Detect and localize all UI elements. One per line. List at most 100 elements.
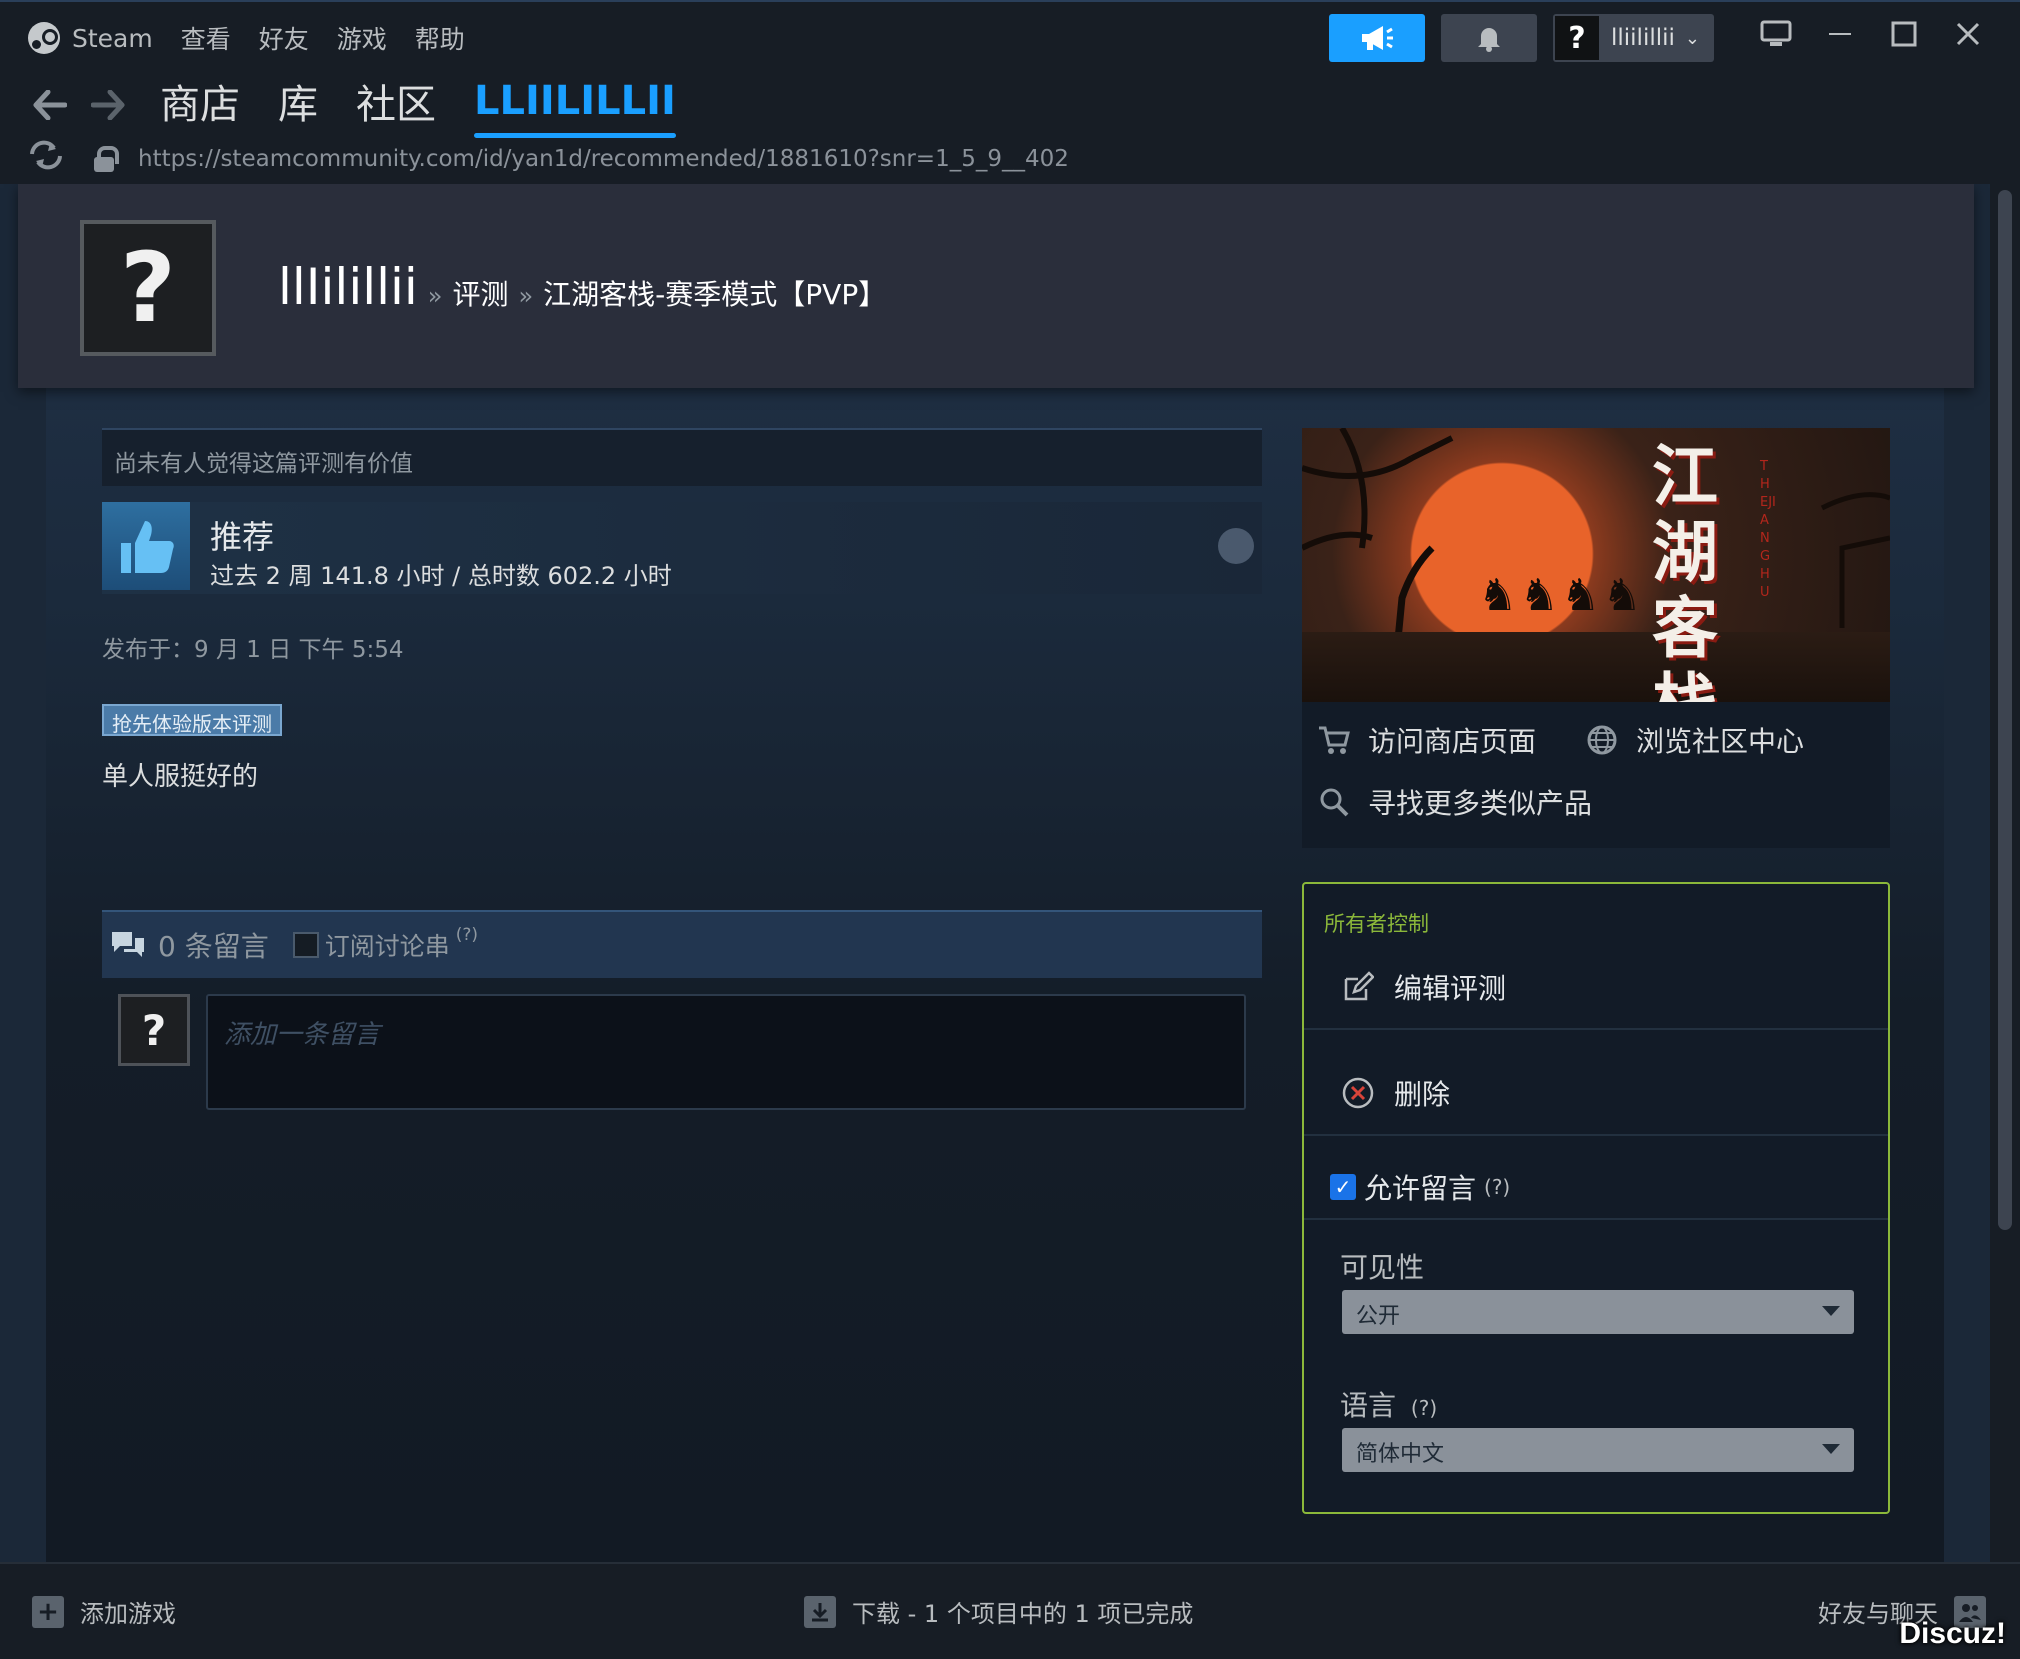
subscribe-help-icon[interactable]: (?) [456, 925, 478, 945]
breadcrumb-separator: » [518, 282, 534, 310]
owner-divider [1304, 1134, 1888, 1136]
helpful-count: 尚未有人觉得这篇评测有价值 [102, 428, 1262, 486]
edit-review-button[interactable]: 编辑评测 [1304, 962, 1888, 1012]
chevron-down-icon: ⌄ [1684, 27, 1700, 49]
plus-icon: + [32, 1595, 64, 1628]
owner-controls-title: 所有者控制 [1324, 912, 1429, 936]
tab-profile[interactable]: LLIILILLII [474, 78, 676, 138]
review-body: 单人服挺好的 [102, 762, 259, 792]
review-verdict: 推荐 过去 2 周 141.8 小时 / 总时数 602.2 小时 [102, 502, 1262, 594]
forward-arrow-icon[interactable] [86, 83, 130, 127]
downloads-status: 下载 - 1 个项目中的 1 项已完成 [852, 1600, 1194, 1628]
thumbs-up-icon [102, 502, 190, 590]
allow-comments-checkbox[interactable]: ✓ [1330, 1174, 1356, 1200]
subscribe-label[interactable]: 订阅讨论串 [325, 927, 450, 963]
url-bar: https://steamcommunity.com/id/yan1d/reco… [28, 140, 1069, 178]
dropdown-arrow-icon [1822, 1306, 1840, 1316]
profile-avatar[interactable]: ? [80, 220, 216, 356]
game-links: 访问商店页面 浏览社区中心 寻找更多类似产品 [1302, 702, 1890, 862]
owner-divider [1304, 1218, 1888, 1220]
refresh-icon[interactable] [28, 140, 64, 178]
minimize-icon[interactable] [1808, 19, 1872, 57]
account-name: lliilillii [1611, 25, 1675, 51]
allow-comments-label[interactable]: 允许留言 [1364, 1167, 1476, 1207]
allow-comments-help-icon[interactable]: (?) [1484, 1175, 1510, 1199]
game-card: ♞♞♞♞ 江湖客栈 THEJIANGHU 访问商店页面 浏览社区中心 [1302, 428, 1890, 848]
find-similar-link[interactable]: 寻找更多类似产品 [1316, 782, 1592, 822]
comments-icon [112, 932, 144, 957]
comment-input[interactable]: 添加一条留言 [206, 994, 1246, 1110]
tab-community[interactable]: 社区 [356, 72, 436, 138]
notifications-button[interactable] [1441, 14, 1537, 62]
add-game-label: 添加游戏 [80, 1600, 176, 1628]
megaphone-icon [1362, 26, 1393, 50]
community-hub-link[interactable]: 浏览社区中心 [1584, 720, 1804, 760]
cart-icon [1316, 722, 1352, 758]
edit-icon [1340, 969, 1376, 1005]
posted-date: 发布于：9 月 1 日 下午 5:54 [102, 637, 404, 663]
menu-help[interactable]: 帮助 [415, 20, 465, 56]
big-picture-icon[interactable] [1744, 20, 1808, 56]
delete-icon [1340, 1075, 1376, 1111]
delete-review-button[interactable]: 删除 [1304, 1068, 1888, 1118]
download-icon [804, 1595, 836, 1628]
url-text[interactable]: https://steamcommunity.com/id/yan1d/reco… [138, 146, 1069, 172]
tab-store[interactable]: 商店 [160, 72, 240, 138]
profile-header: ? llIilillii » 评测 » 江湖客栈-赛季模式【PVP】 [18, 184, 1974, 388]
window-controls: ? lliilillii ⌄ [1329, 14, 2000, 62]
bell-icon [1478, 28, 1500, 52]
profile-name-link[interactable]: llIilillii [278, 258, 418, 316]
language-value: 简体中文 [1356, 1442, 1445, 1467]
commenter-avatar: ? [118, 994, 190, 1066]
menu-friends[interactable]: 好友 [259, 20, 309, 56]
verdict-label: 推荐 [210, 518, 275, 556]
language-label: 语言 [1340, 1389, 1397, 1422]
globe-icon [1584, 722, 1620, 758]
announcements-button[interactable] [1329, 14, 1425, 62]
comment-count: 0 条留言 [158, 930, 269, 963]
visit-store-link[interactable]: 访问商店页面 [1316, 720, 1536, 760]
delete-review-label: 删除 [1394, 1078, 1451, 1111]
visibility-select[interactable]: 公开 [1342, 1290, 1854, 1334]
comments-header: 0 条留言 订阅讨论串 (?) [102, 910, 1262, 978]
menu-bar: Steam 查看 好友 游戏 帮助 [28, 20, 465, 56]
steam-purchase-icon [1218, 528, 1254, 564]
tab-library[interactable]: 库 [278, 72, 318, 138]
back-arrow-icon[interactable] [28, 83, 72, 127]
owner-controls: 所有者控制 编辑评测 删除 ✓ 允许留言 (?) 可见性 公开 语言 (?) 简… [1302, 882, 1890, 1514]
watermark: Discuz! [1899, 1617, 2006, 1650]
account-menu[interactable]: ? lliilillii ⌄ [1553, 14, 1714, 62]
search-icon [1316, 784, 1352, 820]
visit-store-label: 访问商店页面 [1368, 725, 1537, 758]
nav-bar: 商店 库 社区 LLIILILLII [28, 72, 714, 138]
add-game-button[interactable]: + 添加游戏 [32, 1594, 176, 1629]
lock-icon [94, 146, 119, 172]
breadcrumb-game-link[interactable]: 江湖客栈-赛季模式【PVP】 [543, 273, 886, 313]
downloads-button[interactable]: 下载 - 1 个项目中的 1 项已完成 [804, 1594, 1193, 1629]
language-help-icon[interactable]: (?) [1411, 1396, 1437, 1420]
maximize-icon[interactable] [1872, 19, 1936, 57]
review-page: ? llIilillii » 评测 » 江湖客栈-赛季模式【PVP】 尚未有人觉… [0, 184, 1990, 1562]
game-capsule-image[interactable]: ♞♞♞♞ 江湖客栈 THEJIANGHU [1302, 428, 1890, 702]
breadcrumb-reviews-link[interactable]: 评测 [452, 273, 508, 313]
game-art-riders: ♞♞♞♞ [1478, 570, 1644, 621]
community-hub-label: 浏览社区中心 [1636, 725, 1805, 758]
subscribe-checkbox[interactable] [292, 932, 319, 958]
breadcrumb: llIilillii » 评测 » 江湖客栈-赛季模式【PVP】 [278, 258, 886, 316]
bottom-bar: + 添加游戏 下载 - 1 个项目中的 1 项已完成 好友与聊天 Discuz! [0, 1562, 2020, 1659]
close-icon[interactable] [1936, 19, 2000, 57]
find-similar-label: 寻找更多类似产品 [1368, 787, 1593, 820]
steam-menu[interactable]: Steam [28, 22, 153, 54]
scrollbar[interactable] [1998, 190, 2012, 1230]
account-avatar: ? [1555, 16, 1599, 60]
menu-view[interactable]: 查看 [181, 20, 231, 56]
menu-games[interactable]: 游戏 [337, 20, 387, 56]
breadcrumb-separator: » [427, 282, 443, 310]
edit-review-label: 编辑评测 [1394, 972, 1507, 1005]
language-select[interactable]: 简体中文 [1342, 1428, 1854, 1472]
owner-divider [1304, 1028, 1888, 1030]
game-art-title: 江湖客栈 [1652, 437, 1718, 702]
game-art-ground [1302, 632, 1890, 702]
early-access-badge: 抢先体验版本评测 [102, 704, 282, 736]
steam-logo-icon [28, 22, 60, 54]
